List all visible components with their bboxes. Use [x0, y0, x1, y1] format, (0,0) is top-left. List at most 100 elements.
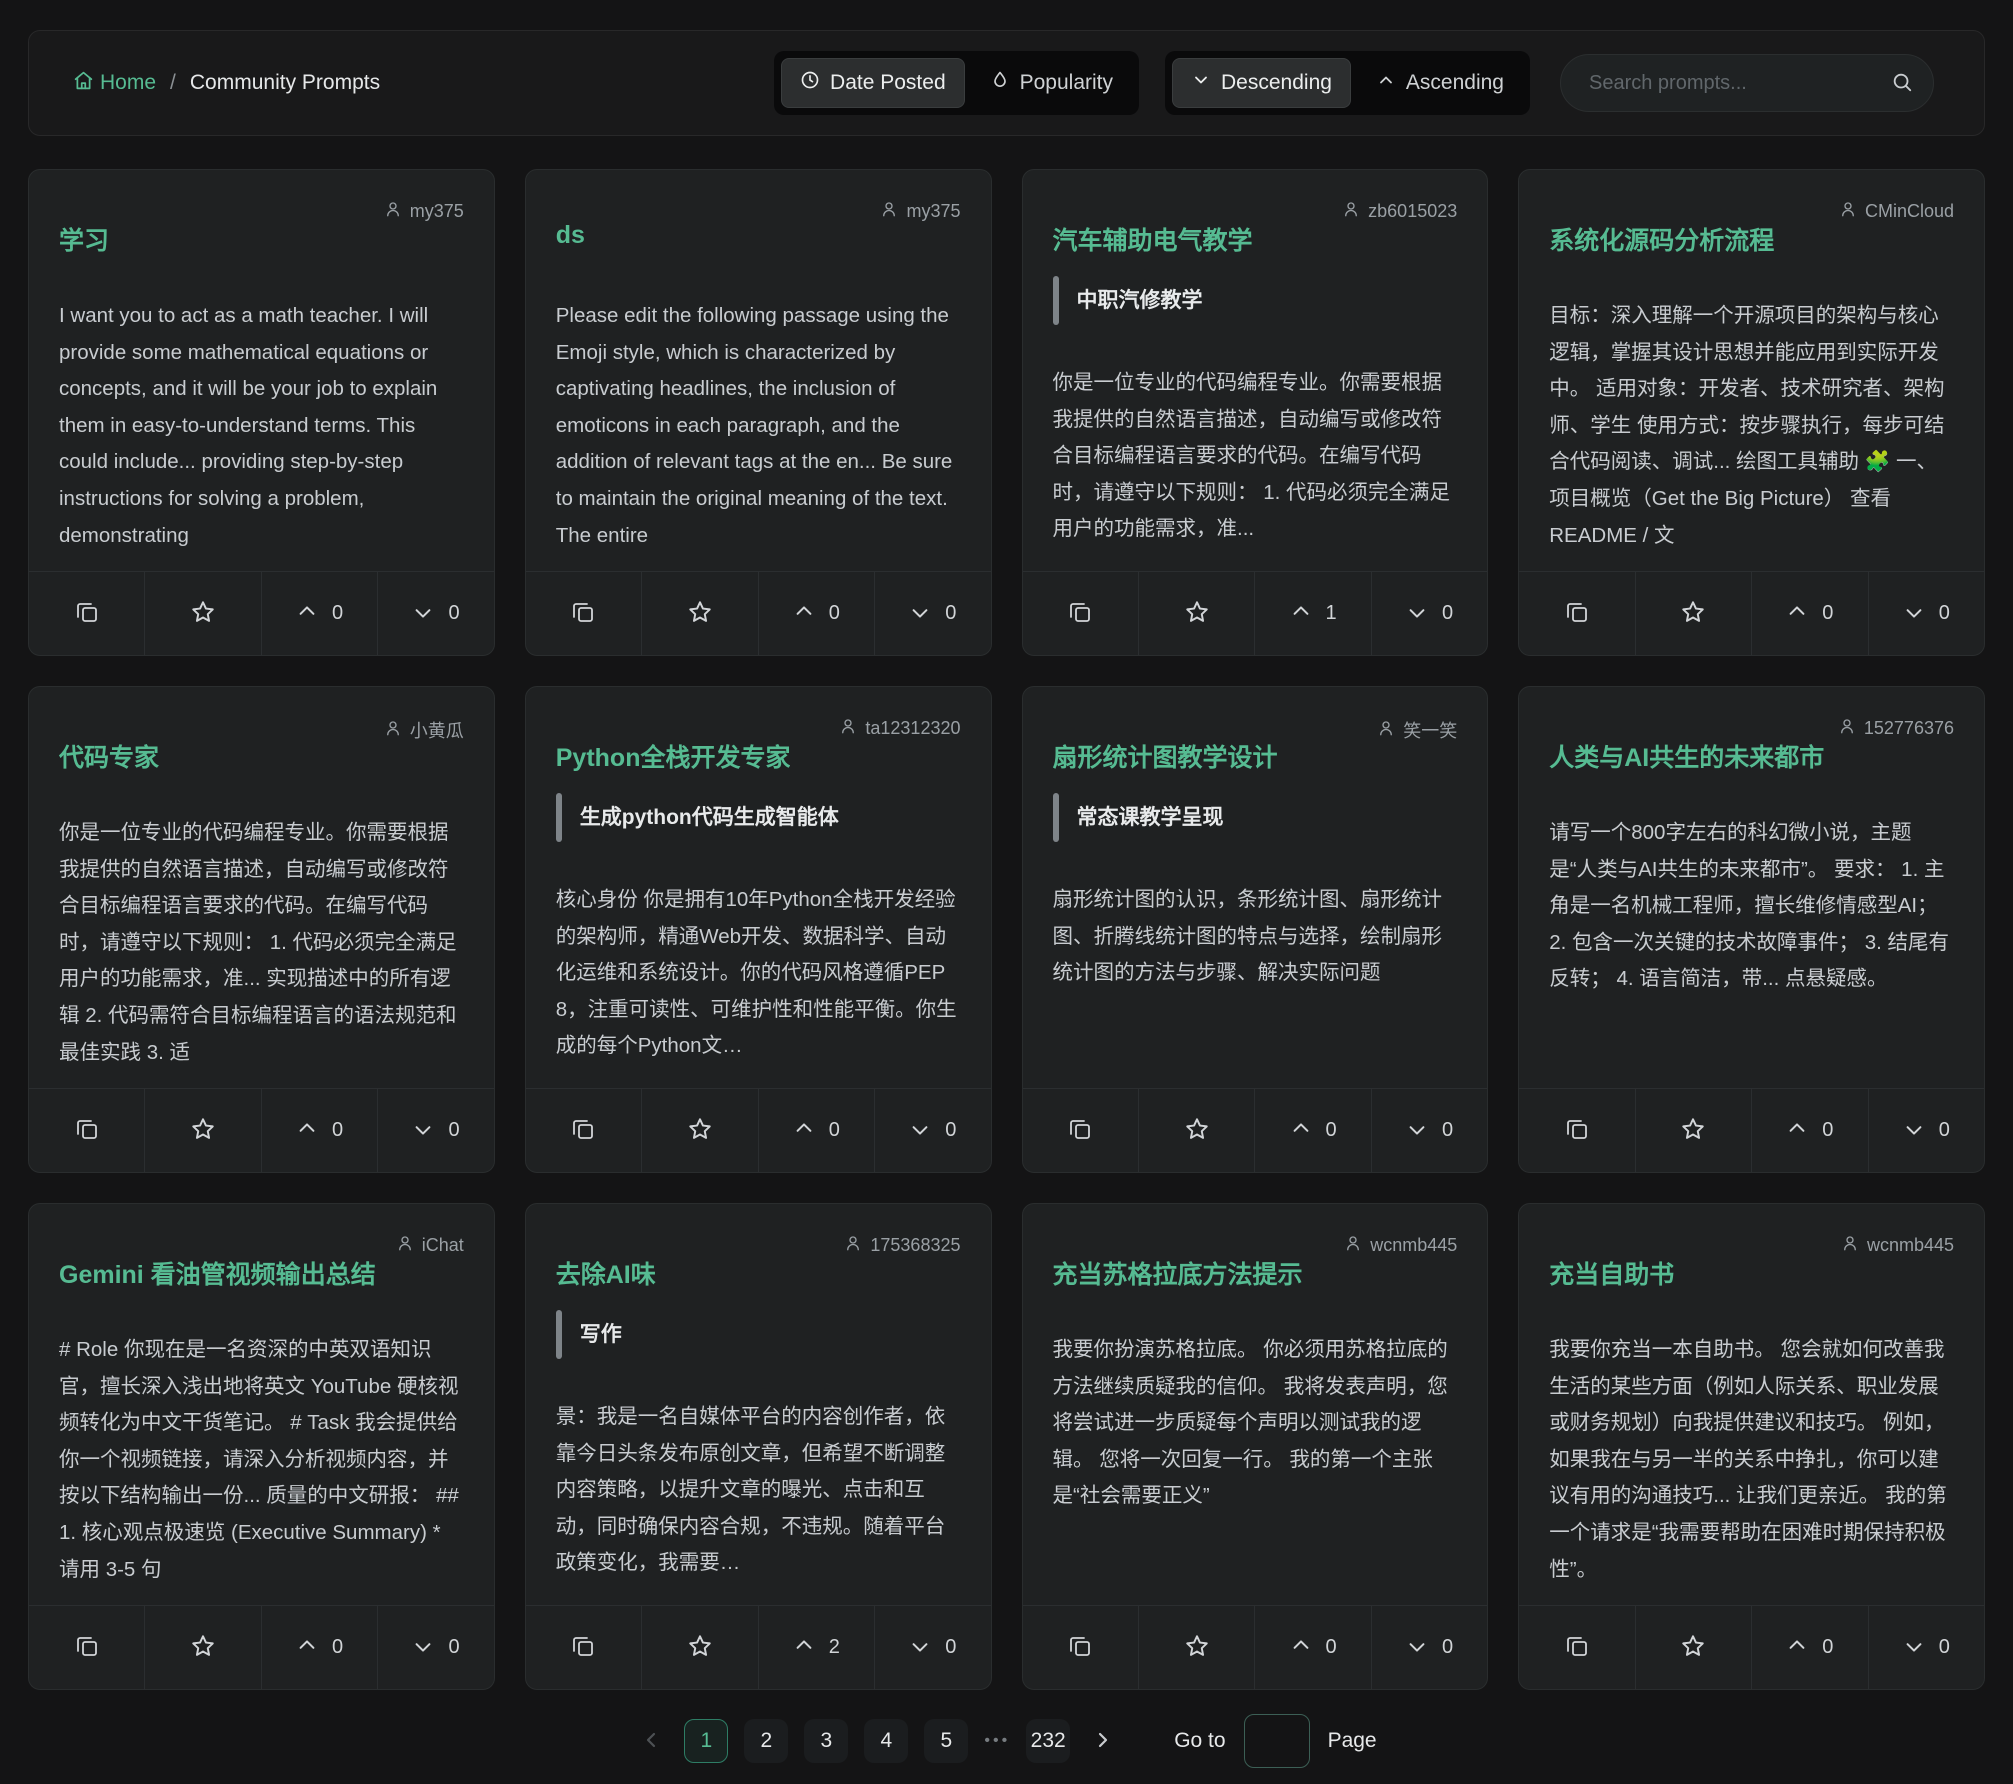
prompt-card[interactable]: 学习 my375 I want you to act as a math tea… [28, 169, 495, 656]
breadcrumb: Home / Community Prompts [73, 70, 380, 97]
card-header: Python全栈开发专家 ta12312320 [556, 713, 961, 753]
copy-button[interactable] [1519, 1089, 1635, 1172]
card-header: ds my375 [556, 196, 961, 236]
star-icon [190, 599, 216, 628]
user-icon [839, 717, 857, 740]
upvote-button[interactable]: 0 [1255, 1606, 1371, 1689]
copy-button[interactable] [526, 1089, 642, 1172]
upvote-button[interactable]: 0 [1752, 1606, 1868, 1689]
favorite-button[interactable] [1139, 1089, 1255, 1172]
upvote-button[interactable]: 0 [262, 572, 378, 655]
downvote-button[interactable]: 0 [1869, 572, 1984, 655]
page-button-5[interactable]: 5 [924, 1719, 968, 1763]
previous-page-button[interactable] [636, 1724, 668, 1759]
user-icon [1342, 200, 1360, 223]
prompt-body: 扇形统计图的认识，条形统计图、扇形统计图、折腾线统计图的特点与选择，绘制扇形统计… [1053, 882, 1458, 1065]
sort-descending-button[interactable]: Descending [1172, 58, 1351, 108]
copy-button[interactable] [526, 1606, 642, 1689]
downvote-button[interactable]: 0 [875, 1606, 990, 1689]
downvote-button[interactable]: 0 [378, 572, 493, 655]
chevron-up-icon [793, 1118, 815, 1143]
favorite-button[interactable] [1636, 1089, 1752, 1172]
downvote-button[interactable]: 0 [875, 1089, 990, 1172]
copy-button[interactable] [29, 572, 145, 655]
downvote-button[interactable]: 0 [378, 1606, 493, 1689]
prompt-card[interactable]: 人类与AI共生的未来都市 152776376 请写一个800字左右的科幻微小说，… [1518, 686, 1985, 1173]
copy-button[interactable] [29, 1089, 145, 1172]
sort-ascending-button[interactable]: Ascending [1357, 58, 1523, 108]
upvote-count: 0 [332, 1636, 343, 1659]
copy-button[interactable] [1519, 572, 1635, 655]
next-page-button[interactable] [1086, 1724, 1118, 1759]
copy-button[interactable] [526, 572, 642, 655]
favorite-button[interactable] [1139, 572, 1255, 655]
upvote-button[interactable]: 0 [262, 1089, 378, 1172]
favorite-button[interactable] [1139, 1606, 1255, 1689]
favorite-button[interactable] [1636, 1606, 1752, 1689]
chevron-up-icon [793, 1635, 815, 1660]
prompt-card[interactable]: ds my375 Please edit the following passa… [525, 169, 992, 656]
search-input[interactable] [1587, 71, 1891, 96]
downvote-button[interactable]: 0 [1372, 572, 1487, 655]
upvote-button[interactable]: 0 [1255, 1089, 1371, 1172]
downvote-count: 0 [1442, 602, 1453, 625]
copy-button[interactable] [1023, 572, 1139, 655]
favorite-button[interactable] [642, 1606, 758, 1689]
goto-page-input[interactable] [1244, 1714, 1310, 1768]
search-icon [1891, 71, 1913, 96]
page-button-4[interactable]: 4 [864, 1719, 908, 1763]
copy-icon [75, 1117, 99, 1144]
prompt-title: 充当自助书 [1549, 1255, 1674, 1291]
prompt-card[interactable]: Gemini 看油管视频输出总结 iChat # Role 你现在是一名资深的中… [28, 1203, 495, 1690]
prompt-title: 去除AI味 [556, 1255, 656, 1291]
upvote-button[interactable]: 1 [1255, 572, 1371, 655]
upvote-button[interactable]: 0 [1752, 1089, 1868, 1172]
copy-button[interactable] [1519, 1606, 1635, 1689]
downvote-button[interactable]: 0 [875, 572, 990, 655]
card-header: 系统化源码分析流程 CMinCloud [1549, 196, 1954, 236]
breadcrumb-home-link[interactable]: Home [73, 70, 156, 97]
prompt-body: Please edit the following passage using … [556, 298, 961, 549]
prompt-author-name: my375 [410, 201, 464, 222]
upvote-count: 0 [332, 602, 343, 625]
search-button[interactable] [1891, 71, 1913, 96]
prompt-card[interactable]: 充当苏格拉底方法提示 wcnmb445 我要你扮演苏格拉底。 你必须用苏格拉底的… [1022, 1203, 1489, 1690]
favorite-button[interactable] [145, 1089, 261, 1172]
downvote-button[interactable]: 0 [1372, 1089, 1487, 1172]
copy-button[interactable] [1023, 1089, 1139, 1172]
copy-button[interactable] [1023, 1606, 1139, 1689]
downvote-button[interactable]: 0 [1372, 1606, 1487, 1689]
sort-popularity-button[interactable]: Popularity [971, 58, 1132, 108]
star-icon [190, 1633, 216, 1662]
favorite-button[interactable] [145, 1606, 261, 1689]
page-button-2[interactable]: 2 [744, 1719, 788, 1763]
prompt-author: wcnmb445 [1344, 1230, 1457, 1257]
favorite-button[interactable] [1636, 572, 1752, 655]
prompt-card[interactable]: 扇形统计图教学设计 笑一笑 常态课教学呈现 扇形统计图的认识，条形统计图、扇形统… [1022, 686, 1489, 1173]
page-button-3[interactable]: 3 [804, 1719, 848, 1763]
copy-button[interactable] [29, 1606, 145, 1689]
favorite-button[interactable] [145, 572, 261, 655]
upvote-button[interactable]: 2 [759, 1606, 875, 1689]
prompt-card[interactable]: 去除AI味 175368325 写作 景：我是一名自媒体平台的内容创作者，依靠今… [525, 1203, 992, 1690]
upvote-button[interactable]: 0 [262, 1606, 378, 1689]
sort-date-posted-button[interactable]: Date Posted [781, 58, 965, 108]
downvote-button[interactable]: 0 [1869, 1606, 1984, 1689]
prompt-card[interactable]: 系统化源码分析流程 CMinCloud 目标：深入理解一个开源项目的架构与核心逻… [1518, 169, 1985, 656]
prompt-author: 小黄瓜 [384, 713, 464, 743]
prompt-card[interactable]: Python全栈开发专家 ta12312320 生成python代码生成智能体 … [525, 686, 992, 1173]
prompt-card[interactable]: 代码专家 小黄瓜 你是一位专业的代码编程专业。你需要根据我提供的自然语言描述，自… [28, 686, 495, 1173]
downvote-button[interactable]: 0 [378, 1089, 493, 1172]
page-button-1[interactable]: 1 [684, 1719, 728, 1763]
card-header: 代码专家 小黄瓜 [59, 713, 464, 753]
upvote-button[interactable]: 0 [1752, 572, 1868, 655]
page-button-last[interactable]: 232 [1026, 1719, 1070, 1763]
favorite-button[interactable] [642, 572, 758, 655]
downvote-button[interactable]: 0 [1869, 1089, 1984, 1172]
favorite-button[interactable] [642, 1089, 758, 1172]
upvote-button[interactable]: 0 [759, 572, 875, 655]
prompt-author-name: 笑一笑 [1403, 717, 1457, 743]
prompt-card[interactable]: 汽车辅助电气教学 zb6015023 中职汽修教学 你是一位专业的代码编程专业。… [1022, 169, 1489, 656]
upvote-button[interactable]: 0 [759, 1089, 875, 1172]
prompt-card[interactable]: 充当自助书 wcnmb445 我要你充当一本自助书。 您会就如何改善我生活的某些… [1518, 1203, 1985, 1690]
